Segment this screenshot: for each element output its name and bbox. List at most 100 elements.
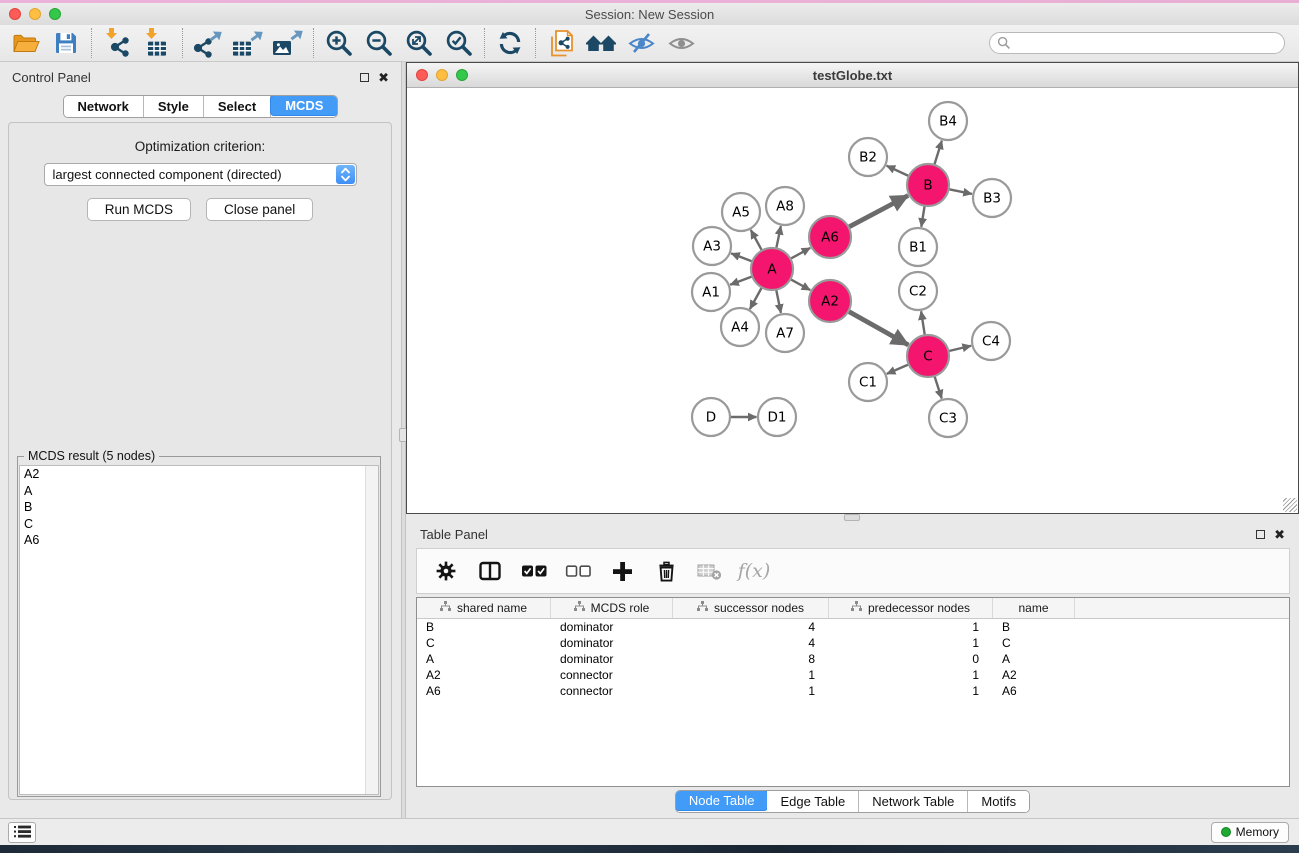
- import-network-icon[interactable]: [97, 27, 137, 59]
- hide-graphics-icon[interactable]: [621, 27, 661, 59]
- cell-MCDS-role[interactable]: dominator: [551, 635, 673, 651]
- cell-name[interactable]: A: [993, 651, 1075, 667]
- zoom-in-icon[interactable]: [319, 27, 359, 59]
- column-header-shared-name[interactable]: shared name: [417, 598, 551, 618]
- mcds-result-item[interactable]: A: [20, 483, 378, 500]
- column-header-MCDS-role[interactable]: MCDS role: [551, 598, 673, 618]
- add-column-icon[interactable]: [605, 554, 639, 588]
- cell-name[interactable]: B: [993, 619, 1075, 635]
- network-canvas[interactable]: AA1A2A3A4A5A6A7A8BB1B2B3B4CC1C2C3C4DD1: [407, 88, 1298, 513]
- cell-successor-nodes[interactable]: 8: [673, 651, 829, 667]
- float-panel-icon[interactable]: [360, 73, 369, 82]
- save-session-icon[interactable]: [46, 27, 86, 59]
- memory-button[interactable]: Memory: [1211, 822, 1289, 843]
- delete-table-icon[interactable]: [693, 554, 727, 588]
- network-graph[interactable]: AA1A2A3A4A5A6A7A8BB1B2B3B4CC1C2C3C4DD1: [407, 88, 1298, 513]
- cell-shared-name[interactable]: A6: [417, 683, 551, 699]
- column-header-name[interactable]: name: [993, 598, 1075, 618]
- edge-A-A4[interactable]: [750, 287, 762, 309]
- import-table-icon[interactable]: [137, 27, 177, 59]
- function-builder-icon[interactable]: f(x): [737, 554, 771, 588]
- home-icon[interactable]: [581, 27, 621, 59]
- optimization-criterion-select[interactable]: largest connected component (directed): [44, 163, 357, 186]
- zoom-fit-icon[interactable]: [399, 27, 439, 59]
- cell-shared-name[interactable]: A: [417, 651, 551, 667]
- export-table-icon[interactable]: [228, 27, 268, 59]
- cell-MCDS-role[interactable]: dominator: [551, 619, 673, 635]
- edge-B-B2[interactable]: [887, 166, 909, 176]
- close-panel-button[interactable]: Close panel: [206, 198, 313, 221]
- edge-C-C3[interactable]: [934, 376, 941, 399]
- cell-predecessor-nodes[interactable]: 1: [829, 683, 993, 699]
- select-all-icon[interactable]: [517, 554, 551, 588]
- window-resize-grip[interactable]: [1283, 498, 1297, 512]
- cell-predecessor-nodes[interactable]: 1: [829, 667, 993, 683]
- refresh-icon[interactable]: [490, 27, 530, 59]
- export-image-icon[interactable]: [268, 27, 308, 59]
- cell-successor-nodes[interactable]: 4: [673, 635, 829, 651]
- tab-motifs[interactable]: Motifs: [968, 791, 1029, 812]
- settings-icon[interactable]: [429, 554, 463, 588]
- edge-B-B1[interactable]: [921, 206, 924, 227]
- edge-C-C2[interactable]: [921, 311, 925, 335]
- zoom-selected-icon[interactable]: [439, 27, 479, 59]
- edge-A-A8[interactable]: [776, 226, 781, 248]
- table-row[interactable]: Cdominator41C: [417, 635, 1289, 651]
- close-panel-icon[interactable]: ✖: [1274, 530, 1285, 539]
- edge-C-C4[interactable]: [948, 346, 971, 351]
- run-mcds-button[interactable]: Run MCDS: [87, 198, 191, 221]
- tab-edge-table[interactable]: Edge Table: [767, 791, 859, 812]
- tab-select[interactable]: Select: [204, 96, 271, 117]
- table-row[interactable]: Bdominator41B: [417, 619, 1289, 635]
- edge-B-B3[interactable]: [949, 189, 972, 194]
- edge-B-B4[interactable]: [934, 141, 942, 165]
- cell-name[interactable]: A2: [993, 667, 1075, 683]
- export-network-icon[interactable]: [188, 27, 228, 59]
- tab-network-table[interactable]: Network Table: [859, 791, 968, 812]
- edge-A6-B[interactable]: [849, 196, 909, 228]
- edge-A-A1[interactable]: [730, 276, 752, 284]
- table-row[interactable]: A2connector11A2: [417, 667, 1289, 683]
- open-session-icon[interactable]: [6, 27, 46, 59]
- show-graphics-icon[interactable]: [661, 27, 701, 59]
- clone-network-icon[interactable]: [541, 27, 581, 59]
- delete-column-icon[interactable]: [649, 554, 683, 588]
- cell-name[interactable]: A6: [993, 683, 1075, 699]
- column-header-predecessor-nodes[interactable]: predecessor nodes: [829, 598, 993, 618]
- edge-C-C1[interactable]: [887, 364, 909, 373]
- float-panel-icon[interactable]: [1256, 530, 1265, 539]
- edge-A-A5[interactable]: [751, 230, 762, 251]
- network-window-titlebar[interactable]: testGlobe.txt: [407, 63, 1298, 88]
- tab-mcds[interactable]: MCDS: [270, 95, 338, 116]
- task-history-button[interactable]: [8, 822, 36, 843]
- mcds-result-list[interactable]: A2ABCA6: [19, 465, 379, 795]
- table-row[interactable]: Adominator80A: [417, 651, 1289, 667]
- edge-A2-C[interactable]: [848, 311, 908, 345]
- zoom-out-icon[interactable]: [359, 27, 399, 59]
- cell-predecessor-nodes[interactable]: 0: [829, 651, 993, 667]
- deselect-all-icon[interactable]: [561, 554, 595, 588]
- mcds-result-item[interactable]: C: [20, 516, 378, 533]
- cell-predecessor-nodes[interactable]: 1: [829, 635, 993, 651]
- splitter-grip[interactable]: [844, 514, 860, 521]
- mcds-result-item[interactable]: A2: [20, 466, 378, 483]
- mcds-result-item[interactable]: A6: [20, 532, 378, 549]
- cell-shared-name[interactable]: B: [417, 619, 551, 635]
- edge-A-A7[interactable]: [776, 290, 781, 313]
- node-table[interactable]: shared nameMCDS rolesuccessor nodesprede…: [416, 597, 1290, 787]
- mcds-result-item[interactable]: B: [20, 499, 378, 516]
- column-header-successor-nodes[interactable]: successor nodes: [673, 598, 829, 618]
- result-list-scrollbar[interactable]: [365, 466, 378, 794]
- tab-style[interactable]: Style: [144, 96, 204, 117]
- panel-splitter-horizontal[interactable]: [406, 514, 1299, 521]
- edge-A-A2[interactable]: [790, 279, 810, 290]
- search-input[interactable]: [989, 32, 1285, 54]
- cell-MCDS-role[interactable]: connector: [551, 683, 673, 699]
- split-view-icon[interactable]: [473, 554, 507, 588]
- table-row[interactable]: A6connector11A6: [417, 683, 1289, 699]
- edge-A-A6[interactable]: [790, 248, 810, 259]
- cell-successor-nodes[interactable]: 1: [673, 683, 829, 699]
- tab-node-table[interactable]: Node Table: [675, 790, 769, 811]
- cell-MCDS-role[interactable]: connector: [551, 667, 673, 683]
- cell-shared-name[interactable]: C: [417, 635, 551, 651]
